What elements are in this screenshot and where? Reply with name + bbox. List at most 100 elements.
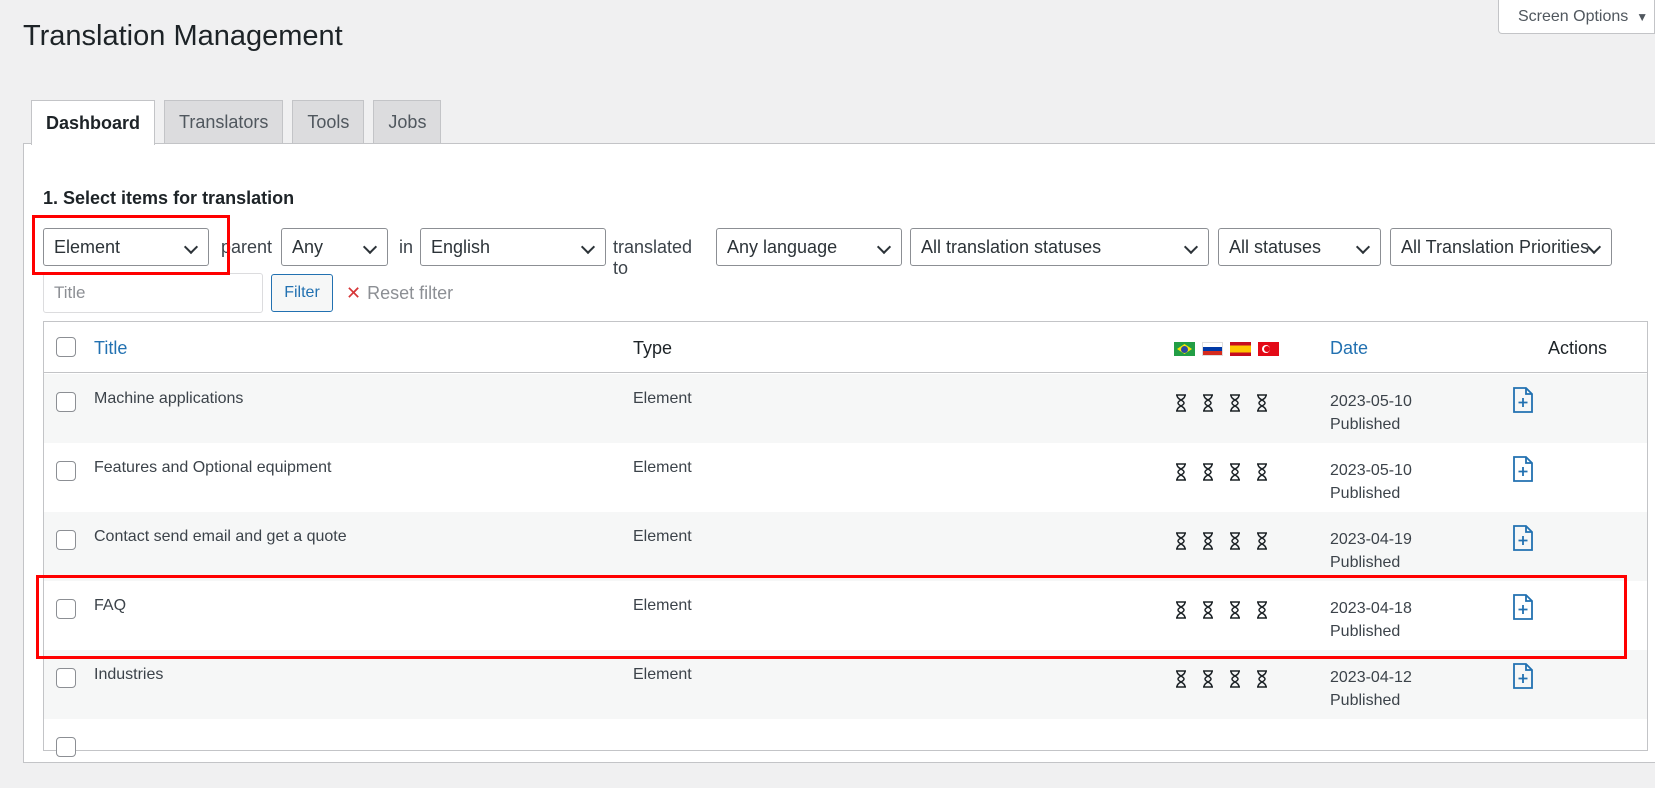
title-search-input[interactable] bbox=[43, 273, 263, 313]
parent-select-value: Any bbox=[292, 236, 324, 257]
hourglass-icon[interactable] bbox=[1228, 532, 1242, 550]
hourglass-icon[interactable] bbox=[1201, 532, 1215, 550]
add-translation-icon[interactable] bbox=[1512, 594, 1534, 620]
hourglass-icon[interactable] bbox=[1255, 463, 1269, 481]
chevron-down-icon bbox=[876, 239, 892, 255]
row-type: Element bbox=[633, 666, 692, 683]
chevron-down-icon bbox=[1355, 239, 1371, 255]
row-date: 2023-04-12 Published bbox=[1330, 666, 1412, 712]
translation-status-icons bbox=[1174, 532, 1269, 550]
language-select[interactable]: English bbox=[420, 228, 606, 266]
hourglass-icon[interactable] bbox=[1174, 601, 1188, 619]
chevron-down-icon bbox=[580, 239, 596, 255]
row-publish-status: Published bbox=[1330, 485, 1401, 502]
row-type: Element bbox=[633, 597, 692, 614]
type-select[interactable]: Element bbox=[43, 228, 209, 266]
table-row: Machine applications Element 2023-05-10 … bbox=[44, 374, 1647, 443]
row-date-value: 2023-05-10 bbox=[1330, 462, 1412, 479]
row-title: Machine applications bbox=[94, 390, 244, 407]
date-column-header[interactable]: Date bbox=[1330, 338, 1368, 359]
row-date: 2023-05-10 Published bbox=[1330, 459, 1412, 505]
translation-status-icons bbox=[1174, 670, 1269, 688]
hourglass-icon[interactable] bbox=[1255, 532, 1269, 550]
row-title: Industries bbox=[94, 666, 164, 683]
in-label: in bbox=[399, 237, 414, 257]
tab-jobs[interactable]: Jobs bbox=[373, 100, 442, 144]
translation-status-select[interactable]: All translation statuses bbox=[910, 228, 1209, 266]
row-publish-status: Published bbox=[1330, 554, 1401, 571]
reset-filter-label: Reset filter bbox=[367, 283, 454, 303]
language-flags bbox=[1174, 342, 1279, 356]
translated-to-label: translated to bbox=[613, 237, 693, 278]
hourglass-icon[interactable] bbox=[1228, 601, 1242, 619]
status-select[interactable]: All statuses bbox=[1218, 228, 1381, 266]
title-column-header[interactable]: Title bbox=[94, 338, 127, 359]
row-checkbox[interactable] bbox=[56, 599, 76, 619]
add-translation-icon[interactable] bbox=[1512, 663, 1534, 689]
type-column-header: Type bbox=[633, 338, 673, 358]
hourglass-icon[interactable] bbox=[1174, 463, 1188, 481]
row-date: 2023-04-19 Published bbox=[1330, 528, 1412, 574]
hourglass-icon[interactable] bbox=[1255, 394, 1269, 412]
flag-tr-icon bbox=[1258, 342, 1279, 356]
hourglass-icon[interactable] bbox=[1228, 670, 1242, 688]
table-row: Features and Optional equipment Element … bbox=[44, 443, 1647, 512]
hourglass-icon[interactable] bbox=[1174, 532, 1188, 550]
target-language-select[interactable]: Any language bbox=[716, 228, 902, 266]
row-date-value: 2023-04-18 bbox=[1330, 600, 1412, 617]
actions-column-header: Actions bbox=[1548, 338, 1608, 358]
status-select-value: All statuses bbox=[1229, 236, 1322, 257]
row-checkbox[interactable] bbox=[56, 461, 76, 481]
row-type: Element bbox=[633, 390, 692, 407]
tab-translators[interactable]: Translators bbox=[164, 100, 284, 144]
translation-status-icons bbox=[1174, 394, 1269, 412]
row-checkbox[interactable] bbox=[56, 668, 76, 688]
select-all-checkbox[interactable] bbox=[56, 337, 76, 357]
hourglass-icon[interactable] bbox=[1201, 394, 1215, 412]
priority-select[interactable]: All Translation Priorities bbox=[1390, 228, 1612, 266]
table-header: Title Type Date Actions bbox=[44, 322, 1647, 373]
language-select-value: English bbox=[431, 236, 491, 257]
table-row bbox=[44, 719, 1647, 788]
tab-tools[interactable]: Tools bbox=[292, 100, 365, 144]
hourglass-icon[interactable] bbox=[1255, 670, 1269, 688]
reset-filter-link[interactable]: ✕ Reset filter bbox=[346, 283, 453, 304]
add-translation-icon[interactable] bbox=[1512, 456, 1534, 482]
screen-options-button[interactable]: Screen Options ▼ bbox=[1498, 0, 1655, 34]
row-checkbox[interactable] bbox=[56, 737, 76, 757]
row-type: Element bbox=[633, 528, 692, 545]
hourglass-icon[interactable] bbox=[1174, 670, 1188, 688]
row-title: Features and Optional equipment bbox=[94, 459, 332, 476]
table-row: FAQ Element 2023-04-18 Published bbox=[44, 581, 1647, 650]
translation-status-icons bbox=[1174, 463, 1269, 481]
close-icon: ✕ bbox=[346, 283, 362, 303]
hourglass-icon[interactable] bbox=[1201, 670, 1215, 688]
hourglass-icon[interactable] bbox=[1228, 463, 1242, 481]
hourglass-icon[interactable] bbox=[1174, 394, 1188, 412]
section-title: 1. Select items for translation bbox=[43, 188, 295, 208]
row-date: 2023-05-10 Published bbox=[1330, 390, 1412, 436]
row-checkbox[interactable] bbox=[56, 392, 76, 412]
parent-select[interactable]: Any bbox=[281, 228, 388, 266]
add-translation-icon[interactable] bbox=[1512, 525, 1534, 551]
add-translation-icon[interactable] bbox=[1512, 387, 1534, 413]
translation-status-icons bbox=[1174, 601, 1269, 619]
chevron-down-icon bbox=[1183, 239, 1199, 255]
screen-options-label: Screen Options bbox=[1518, 7, 1629, 25]
tab-bar: Dashboard Translators Tools Jobs bbox=[31, 100, 442, 145]
hourglass-icon[interactable] bbox=[1255, 601, 1269, 619]
row-publish-status: Published bbox=[1330, 416, 1401, 433]
tab-dashboard[interactable]: Dashboard bbox=[31, 100, 156, 145]
row-title: Contact send email and get a quote bbox=[94, 528, 347, 545]
table-row: Contact send email and get a quote Eleme… bbox=[44, 512, 1647, 581]
row-date-value: 2023-04-19 bbox=[1330, 531, 1412, 548]
row-date-value: 2023-04-12 bbox=[1330, 669, 1412, 686]
row-publish-status: Published bbox=[1330, 692, 1401, 709]
flag-es-icon bbox=[1230, 342, 1251, 356]
hourglass-icon[interactable] bbox=[1201, 463, 1215, 481]
row-checkbox[interactable] bbox=[56, 530, 76, 550]
hourglass-icon[interactable] bbox=[1201, 601, 1215, 619]
page-title: Translation Management bbox=[23, 20, 343, 52]
filter-button[interactable]: Filter bbox=[271, 274, 333, 312]
hourglass-icon[interactable] bbox=[1228, 394, 1242, 412]
